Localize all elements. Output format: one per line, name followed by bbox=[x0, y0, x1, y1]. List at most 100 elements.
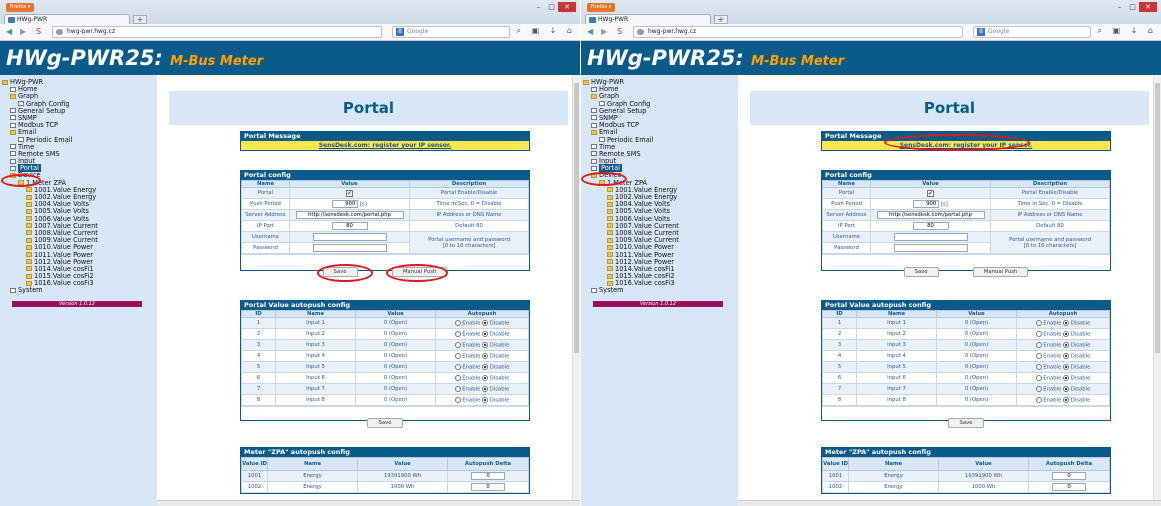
autopush-save-button[interactable]: Save bbox=[367, 418, 403, 428]
disable-radio[interactable] bbox=[1063, 374, 1070, 381]
sensdesk-icon[interactable]: S bbox=[36, 26, 41, 38]
enable-radio[interactable] bbox=[1035, 341, 1042, 348]
back-arrow-icon[interactable]: ◀ bbox=[6, 26, 12, 38]
manual-push-button[interactable]: Manual Push bbox=[391, 267, 448, 277]
forward-arrow-icon[interactable]: ▶ bbox=[20, 26, 26, 38]
portal-enable-checkbox[interactable]: ✔ bbox=[346, 189, 353, 197]
autopush-save-button[interactable]: Save bbox=[948, 418, 984, 428]
ip-port-input[interactable]: 80 bbox=[331, 222, 368, 230]
row-id: 6 bbox=[822, 372, 857, 384]
horizontal-scrollbar[interactable] bbox=[157, 500, 580, 506]
disable-radio[interactable] bbox=[1063, 363, 1070, 370]
row-value: 0 (Open) bbox=[355, 383, 436, 395]
username-input[interactable] bbox=[312, 233, 387, 241]
column-header-name: Name bbox=[848, 457, 939, 471]
sensdesk-register-link[interactable]: SensDesk.com: register your IP sensor. bbox=[241, 141, 529, 150]
minimize-button[interactable]: – bbox=[1113, 2, 1126, 12]
minimize-button[interactable]: – bbox=[532, 2, 545, 12]
password-input[interactable] bbox=[312, 244, 387, 252]
autopush-delta-input[interactable]: 0 bbox=[1052, 472, 1086, 480]
disable-radio[interactable] bbox=[1063, 319, 1070, 326]
password-input[interactable] bbox=[893, 244, 968, 252]
folder-icon bbox=[599, 180, 605, 186]
close-button[interactable]: ✕ bbox=[1139, 2, 1157, 12]
maximize-button[interactable]: □ bbox=[1126, 2, 1139, 12]
enable-radio[interactable] bbox=[1035, 330, 1042, 337]
close-button[interactable]: ✕ bbox=[558, 2, 576, 12]
back-arrow-icon[interactable]: ◀ bbox=[587, 26, 593, 38]
google-icon: 8 bbox=[396, 28, 404, 36]
version-bar: Version 1.0.12 bbox=[593, 301, 723, 307]
sidebar-item-label: System bbox=[18, 286, 43, 295]
row-name: Input 1 bbox=[275, 317, 356, 329]
sensdesk-icon[interactable]: S bbox=[617, 26, 622, 38]
enable-radio[interactable] bbox=[454, 385, 461, 392]
save-button[interactable]: Save bbox=[322, 267, 358, 277]
horizontal-scrollbar[interactable] bbox=[738, 500, 1161, 506]
enable-radio[interactable] bbox=[454, 341, 461, 348]
push-period-input[interactable]: 900 bbox=[913, 200, 940, 208]
enable-radio[interactable] bbox=[1035, 363, 1042, 370]
table-row: 1002 Energy 1000 Wh 0 bbox=[822, 481, 1110, 493]
search-bar[interactable]: 8 Google bbox=[973, 26, 1091, 38]
enable-label: Enable bbox=[1043, 386, 1062, 393]
enable-radio[interactable] bbox=[454, 330, 461, 337]
disable-radio[interactable] bbox=[482, 363, 489, 370]
portal-enable-checkbox[interactable]: ✔ bbox=[927, 189, 934, 197]
manual-push-button[interactable]: Manual Push bbox=[972, 267, 1029, 277]
ip-port-input[interactable]: 80 bbox=[912, 222, 949, 230]
disable-radio[interactable] bbox=[1063, 330, 1070, 337]
enable-radio[interactable] bbox=[1035, 319, 1042, 326]
sidebar-item[interactable]: System bbox=[583, 287, 738, 294]
maximize-button[interactable]: □ bbox=[545, 2, 558, 12]
disable-radio[interactable] bbox=[482, 330, 489, 337]
enable-radio[interactable] bbox=[1035, 396, 1042, 403]
vertical-scrollbar[interactable] bbox=[572, 75, 580, 506]
sensdesk-register-link[interactable]: SensDesk.com: register your IP sensor. bbox=[822, 141, 1110, 150]
save-button[interactable]: Save bbox=[903, 267, 939, 277]
new-tab-button[interactable]: + bbox=[133, 15, 147, 24]
autopush-delta-input[interactable]: 0 bbox=[471, 483, 505, 491]
search-bar[interactable]: 8 Google bbox=[392, 26, 510, 38]
enable-radio[interactable] bbox=[454, 352, 461, 359]
disable-radio[interactable] bbox=[482, 352, 489, 359]
enable-label: Enable bbox=[462, 375, 481, 382]
disable-radio[interactable] bbox=[482, 385, 489, 392]
sidebar-item[interactable]: System bbox=[2, 287, 157, 294]
forward-arrow-icon[interactable]: ▶ bbox=[601, 26, 607, 38]
enable-radio[interactable] bbox=[1035, 385, 1042, 392]
server-address-input[interactable]: http://sensdesk.com/portal.php bbox=[295, 211, 404, 219]
enable-radio[interactable] bbox=[454, 396, 461, 403]
ip-port-label: IP Port bbox=[241, 220, 290, 232]
disable-radio[interactable] bbox=[482, 374, 489, 381]
url-bar[interactable]: hwg-pwr.hwg.cz bbox=[52, 26, 382, 38]
firefox-menu-button[interactable]: Firefox ▾ bbox=[6, 3, 34, 12]
autopush-delta-input[interactable]: 0 bbox=[471, 472, 505, 480]
disable-radio[interactable] bbox=[1063, 341, 1070, 348]
main-content: Portal Portal Message SensDesk.com: regi… bbox=[157, 75, 580, 506]
username-input[interactable] bbox=[893, 233, 968, 241]
disable-radio[interactable] bbox=[482, 319, 489, 326]
enable-radio[interactable] bbox=[454, 319, 461, 326]
disable-radio[interactable] bbox=[482, 341, 489, 348]
enable-radio[interactable] bbox=[454, 363, 461, 370]
folder-icon bbox=[26, 252, 32, 257]
push-period-input[interactable]: 900 bbox=[332, 200, 359, 208]
row-value: 0 (Open) bbox=[936, 328, 1017, 340]
url-bar[interactable]: hwg-pwr.hwg.cz bbox=[633, 26, 963, 38]
disable-radio[interactable] bbox=[1063, 385, 1070, 392]
toolbar-icons[interactable]: ⌕ ▣ ↓ ⌂ bbox=[517, 26, 576, 36]
enable-radio[interactable] bbox=[1035, 352, 1042, 359]
disable-radio[interactable] bbox=[1063, 352, 1070, 359]
enable-radio[interactable] bbox=[1035, 374, 1042, 381]
autopush-delta-input[interactable]: 0 bbox=[1052, 483, 1086, 491]
toolbar-icons[interactable]: ⌕ ▣ ↓ ⌂ bbox=[1098, 26, 1157, 36]
server-address-input[interactable]: http://sensdesk.com/portal.php bbox=[876, 211, 985, 219]
firefox-menu-button[interactable]: Firefox ▾ bbox=[587, 3, 615, 12]
disable-radio[interactable] bbox=[482, 396, 489, 403]
enable-radio[interactable] bbox=[454, 374, 461, 381]
vertical-scrollbar[interactable] bbox=[1153, 75, 1161, 506]
new-tab-button[interactable]: + bbox=[714, 15, 728, 24]
page-icon bbox=[591, 115, 597, 121]
disable-radio[interactable] bbox=[1063, 396, 1070, 403]
